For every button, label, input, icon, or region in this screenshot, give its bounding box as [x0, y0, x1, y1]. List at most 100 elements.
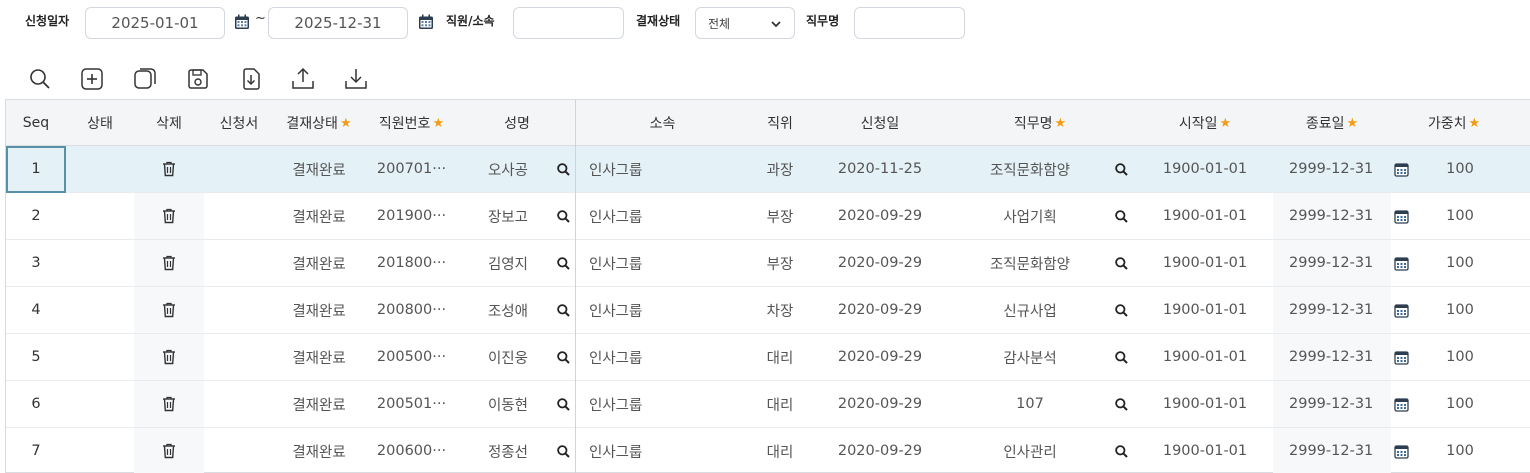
form-cell[interactable] [204, 146, 274, 192]
emp-no-cell[interactable]: 200500··· [364, 334, 459, 380]
start-date-cell[interactable]: 1900-01-01 [1140, 240, 1270, 286]
form-cell[interactable] [204, 287, 274, 333]
col-duty[interactable]: 직무명 ★ [950, 100, 1130, 146]
emp-no-cell[interactable]: 201900··· [364, 193, 459, 239]
state-cell[interactable] [66, 287, 134, 333]
name-cell[interactable]: 이동현 [459, 381, 554, 427]
weight-cell[interactable]: 100 [1410, 193, 1510, 239]
delete-icon[interactable] [134, 428, 204, 473]
seq-cell[interactable]: 3 [6, 240, 66, 286]
state-cell[interactable] [66, 193, 134, 239]
start-date-cell[interactable]: 1900-01-01 [1140, 381, 1270, 427]
download-icon[interactable] [341, 64, 371, 94]
duty-cell[interactable]: 107 [950, 381, 1110, 427]
emp-no-cell[interactable]: 200701··· [364, 146, 459, 192]
dept-cell[interactable]: 인사그룹 [577, 428, 747, 473]
search-icon[interactable] [552, 287, 574, 333]
search-icon[interactable] [1110, 428, 1132, 473]
date-to-input[interactable]: 2025-12-31 [268, 7, 408, 39]
end-date-cell[interactable]: 2999-12-31 [1273, 381, 1391, 427]
name-cell[interactable]: 조성애 [459, 287, 554, 333]
emp-no-cell[interactable]: 200600··· [364, 428, 459, 473]
approval-status-select[interactable]: 전체 [695, 7, 795, 39]
table-row[interactable]: 2 결재완료 201900··· 장보고 인사그룹 부장 2020-09-29 사업기획 190… [6, 193, 1530, 240]
employee-dept-input[interactable] [513, 7, 624, 39]
add-icon[interactable] [77, 64, 107, 94]
apply-date-cell[interactable]: 2020-09-29 [810, 287, 950, 333]
duty-cell[interactable]: 인사관리 [950, 428, 1110, 473]
end-date-cell[interactable]: 2999-12-31 [1273, 287, 1391, 333]
seq-cell[interactable]: 7 [6, 428, 66, 473]
search-icon[interactable] [1110, 193, 1132, 239]
col-form[interactable]: 신청서 [204, 100, 274, 146]
duty-cell[interactable]: 사업기획 [950, 193, 1110, 239]
delete-icon[interactable] [134, 287, 204, 333]
search-icon[interactable] [552, 193, 574, 239]
delete-icon[interactable] [134, 240, 204, 286]
col-emp-no[interactable]: 직원번호 ★ [364, 100, 459, 146]
dept-cell[interactable]: 인사그룹 [577, 287, 747, 333]
apply-date-cell[interactable]: 2020-09-29 [810, 428, 950, 473]
delete-icon[interactable] [134, 193, 204, 239]
position-cell[interactable]: 대리 [750, 428, 810, 473]
dept-cell[interactable]: 인사그룹 [577, 193, 747, 239]
end-date-cell[interactable]: 2999-12-31 [1273, 193, 1391, 239]
dept-cell[interactable]: 인사그룹 [577, 240, 747, 286]
apply-date-cell[interactable]: 2020-09-29 [810, 240, 950, 286]
weight-cell[interactable]: 100 [1410, 381, 1510, 427]
end-date-cell[interactable]: 2999-12-31 [1273, 240, 1391, 286]
start-date-cell[interactable]: 1900-01-01 [1140, 428, 1270, 473]
duty-cell[interactable]: 감사분석 [950, 334, 1110, 380]
upload-icon[interactable] [288, 64, 318, 94]
table-row[interactable]: 5 결재완료 200500··· 이진웅 인사그룹 대리 2020-09-29 감사분석 190… [6, 334, 1530, 381]
calendar-icon[interactable] [1390, 334, 1412, 380]
apply-date-cell[interactable]: 2020-09-29 [810, 193, 950, 239]
delete-icon[interactable] [134, 146, 204, 192]
position-cell[interactable]: 대리 [750, 381, 810, 427]
calendar-icon[interactable] [1390, 428, 1412, 473]
apply-date-cell[interactable]: 2020-09-29 [810, 381, 950, 427]
emp-no-cell[interactable]: 201800··· [364, 240, 459, 286]
form-cell[interactable] [204, 240, 274, 286]
apply-date-cell[interactable]: 2020-11-25 [810, 146, 950, 192]
duty-cell[interactable]: 신규사업 [950, 287, 1110, 333]
state-cell[interactable] [66, 334, 134, 380]
seq-cell[interactable]: 5 [6, 334, 66, 380]
search-icon[interactable] [1110, 287, 1132, 333]
search-icon[interactable] [1110, 334, 1132, 380]
col-name[interactable]: 성명 [459, 100, 575, 146]
search-icon[interactable] [552, 334, 574, 380]
name-cell[interactable]: 김영지 [459, 240, 554, 286]
col-delete[interactable]: 삭제 [134, 100, 204, 146]
calendar-icon[interactable] [234, 14, 250, 30]
state-cell[interactable] [66, 240, 134, 286]
name-cell[interactable]: 장보고 [459, 193, 554, 239]
col-state[interactable]: 상태 [66, 100, 134, 146]
seq-cell[interactable]: 6 [6, 381, 66, 427]
search-icon[interactable] [25, 64, 55, 94]
table-row[interactable]: 4 결재완료 200800··· 조성애 인사그룹 차장 2020-09-29 신규사업 190… [6, 287, 1530, 334]
position-cell[interactable]: 부장 [750, 240, 810, 286]
start-date-cell[interactable]: 1900-01-01 [1140, 193, 1270, 239]
end-date-cell[interactable]: 2999-12-31 [1273, 146, 1391, 192]
approval-cell[interactable]: 결재완료 [274, 381, 364, 427]
copy-icon[interactable] [130, 64, 160, 94]
position-cell[interactable]: 차장 [750, 287, 810, 333]
search-icon[interactable] [552, 240, 574, 286]
duty-name-input[interactable] [854, 7, 965, 39]
dept-cell[interactable]: 인사그룹 [577, 381, 747, 427]
col-dept[interactable]: 소속 [575, 100, 750, 146]
duty-cell[interactable]: 조직문화함양 [950, 146, 1110, 192]
search-icon[interactable] [552, 381, 574, 427]
col-seq[interactable]: Seq [6, 100, 66, 146]
seq-cell[interactable]: 2 [6, 193, 66, 239]
emp-no-cell[interactable]: 200800··· [364, 287, 459, 333]
delete-icon[interactable] [134, 381, 204, 427]
search-icon[interactable] [1110, 146, 1132, 192]
search-icon[interactable] [552, 428, 574, 473]
col-weight[interactable]: 가중치 ★ [1404, 100, 1504, 146]
file-download-icon[interactable] [236, 64, 266, 94]
form-cell[interactable] [204, 381, 274, 427]
name-cell[interactable]: 오사공 [459, 146, 554, 192]
start-date-cell[interactable]: 1900-01-01 [1140, 334, 1270, 380]
